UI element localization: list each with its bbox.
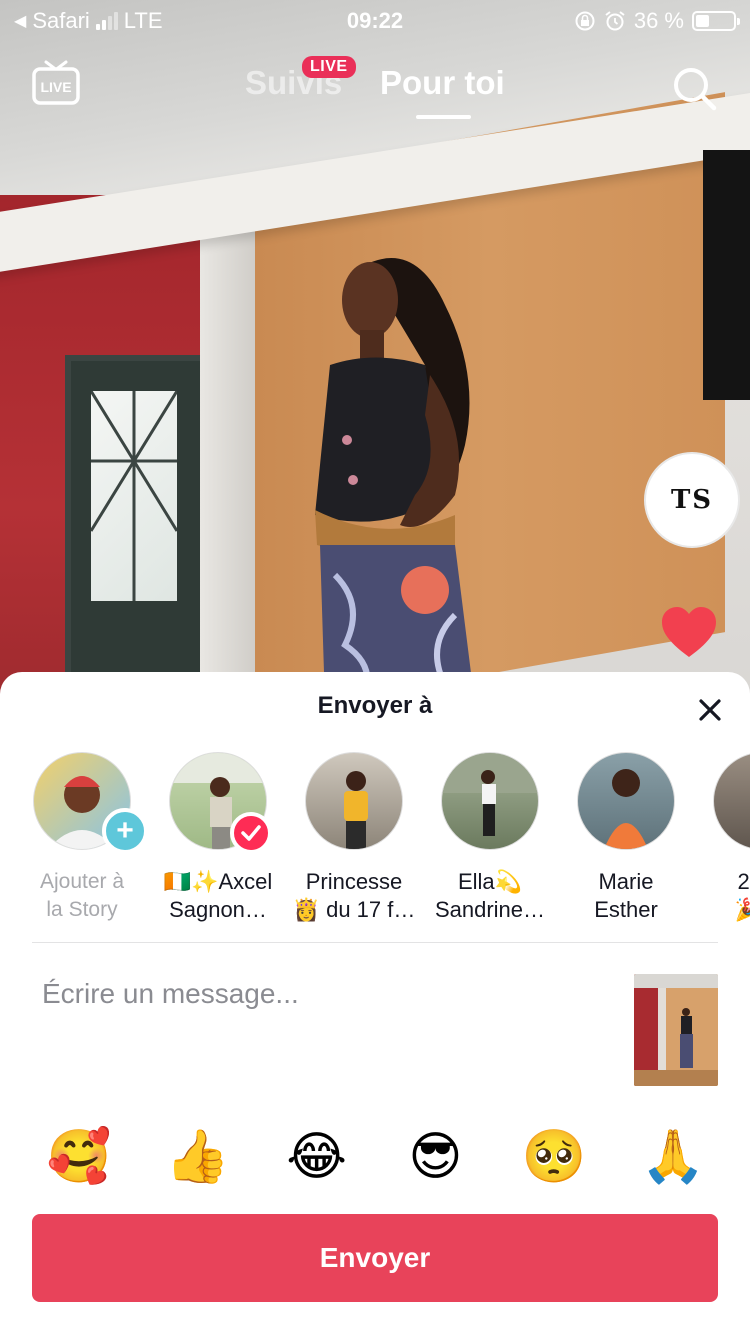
video-person — [315, 258, 475, 700]
contact-name: Marie Esther — [594, 869, 658, 922]
battery-percent: 36 % — [633, 8, 684, 33]
add-story-icon[interactable]: + — [102, 808, 148, 854]
top-navigation: LIVE Suivis LIVE Pour toi — [0, 52, 750, 122]
contact-item[interactable]: 🇨🇮✨Axcel Sagnon… — [150, 752, 286, 924]
creator-avatar[interactable]: TS — [644, 452, 740, 548]
like-heart-icon[interactable] — [660, 605, 718, 659]
emoji-thumbs-up[interactable]: 👍 — [165, 1124, 231, 1190]
live-icon-text: LIVE — [40, 79, 71, 95]
rotation-lock-icon — [575, 11, 595, 31]
selected-check-icon — [230, 812, 272, 854]
contact-item[interactable]: Ella💫 Sandrine… — [422, 752, 558, 924]
video-thumbnail — [634, 974, 718, 1086]
video-door — [65, 355, 207, 700]
avatar — [577, 752, 675, 850]
close-icon[interactable] — [694, 694, 726, 726]
message-input[interactable] — [32, 964, 632, 1024]
avatar — [441, 752, 539, 850]
status-bar: ◀ Safari LTE 09:22 36 % — [0, 0, 750, 40]
contact-name: 21__ 🎉🎊 — [734, 869, 750, 922]
video-pillar — [200, 210, 258, 700]
contact-list[interactable]: + Ajouter à la Story 🇨🇮✨Axcel Sagnon… Pr… — [0, 752, 750, 932]
share-sheet: Envoyer à + Ajouter à la Story 🇨🇮✨Axcel … — [0, 672, 750, 1334]
emoji-smiling-hearts[interactable]: 🥰 — [46, 1124, 112, 1190]
active-tab-indicator — [416, 115, 471, 119]
send-button[interactable]: Envoyer — [32, 1214, 718, 1302]
quick-emoji-row: 🥰 👍 😂 😎 🥺 🙏 — [46, 1124, 706, 1190]
tab-for-you[interactable]: Pour toi — [380, 64, 505, 102]
contact-item[interactable]: Marie Esther — [558, 752, 694, 924]
battery-icon — [692, 11, 740, 31]
avatar — [713, 752, 750, 850]
emoji-tears-of-joy[interactable]: 😂 — [284, 1124, 350, 1190]
contact-name: Ella💫 Sandrine… — [434, 869, 546, 922]
emoji-sunglasses[interactable]: 😎 — [402, 1124, 468, 1190]
divider — [32, 942, 718, 943]
contact-add-to-story[interactable]: + Ajouter à la Story — [14, 752, 150, 924]
contact-item[interactable]: 21__ 🎉🎊 — [694, 752, 750, 924]
contact-item[interactable]: Princesse 👸 du 17 f… — [286, 752, 422, 924]
video-dark-panel — [703, 150, 750, 400]
avatar — [305, 752, 403, 850]
contact-name: Princesse 👸 du 17 f… — [292, 869, 416, 922]
emoji-pleading[interactable]: 🥺 — [521, 1124, 587, 1190]
contact-name: Ajouter à la Story — [39, 870, 125, 921]
emoji-folded-hands[interactable]: 🙏 — [640, 1124, 706, 1190]
contact-name: 🇨🇮✨Axcel Sagnon… — [163, 869, 273, 922]
alarm-icon — [605, 11, 625, 31]
live-tv-icon[interactable]: LIVE — [32, 60, 80, 106]
share-sheet-title: Envoyer à — [317, 692, 433, 719]
live-badge: LIVE — [302, 56, 356, 78]
search-icon[interactable] — [670, 64, 718, 112]
